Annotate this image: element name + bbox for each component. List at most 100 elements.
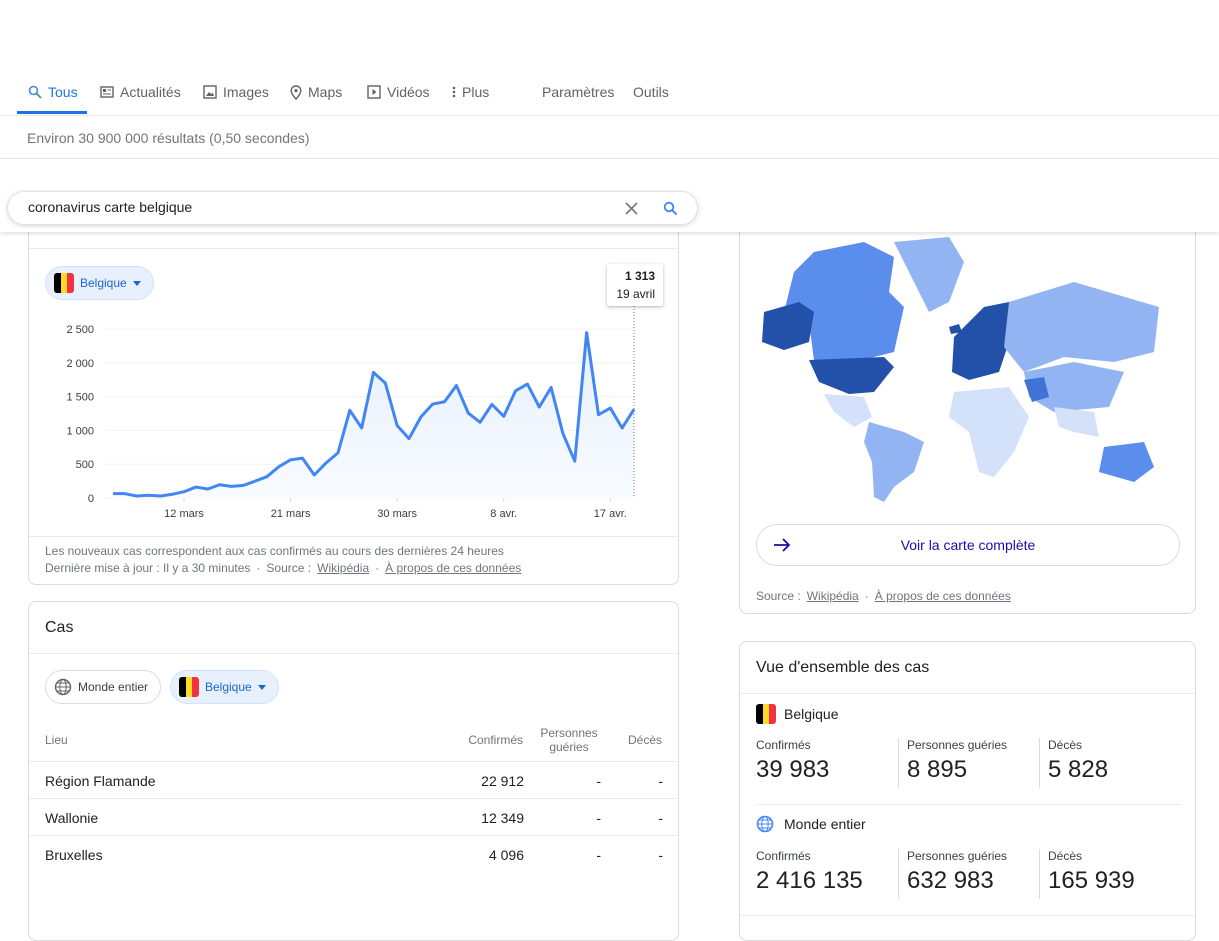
cell-deaths: -: [658, 847, 663, 863]
map-region-russia[interactable]: [1004, 282, 1159, 372]
map-region-central-america[interactable]: [824, 394, 872, 427]
tab-label: Plus: [462, 84, 489, 100]
globe-icon: [756, 815, 774, 833]
x-tick-label: 21 mars: [271, 508, 311, 520]
stat-confirmed: Confirmés39 983: [748, 738, 829, 788]
caret-down-icon: [258, 685, 266, 690]
source-link[interactable]: Wikipédia: [807, 589, 859, 603]
news-icon: [100, 85, 114, 99]
map-region-australia[interactable]: [1099, 442, 1154, 482]
map-region-greenland[interactable]: [894, 237, 964, 312]
x-tick-label: 8 avr.: [490, 508, 517, 520]
map-footer: Source : Wikipédia· À propos de ces donn…: [756, 589, 1011, 603]
cell-place: Wallonie: [45, 810, 98, 826]
tab-more[interactable]: Plus: [452, 84, 489, 100]
play-icon: [367, 85, 381, 99]
world-pill-label: Monde entier: [78, 680, 148, 694]
view-full-map-button[interactable]: Voir la carte complète: [756, 524, 1180, 566]
sticky-search-bar: [0, 158, 1219, 232]
country-pill-label: Belgique: [205, 680, 252, 694]
search-icon: [28, 85, 42, 99]
view-full-map-label: Voir la carte complète: [757, 537, 1179, 553]
tab-label: Tous: [48, 84, 78, 100]
map-region-south-america[interactable]: [864, 422, 924, 502]
cell-recovered: -: [596, 773, 601, 789]
y-tick-label: 2 000: [66, 358, 94, 370]
map-region-alaska[interactable]: [762, 302, 814, 350]
overview-belgium-header: Belgique: [756, 704, 839, 724]
header-place: Lieu: [45, 733, 68, 747]
tab-label: Actualités: [120, 84, 181, 100]
new-cases-chart[interactable]: 05001 0001 5002 0002 50012 mars21 mars30…: [40, 260, 670, 530]
source-label: Source :: [756, 589, 801, 603]
map-region-europe[interactable]: [952, 302, 1009, 380]
x-tick-label: 12 mars: [164, 508, 204, 520]
cell-recovered: -: [596, 847, 601, 863]
settings-link[interactable]: Paramètres: [542, 84, 614, 100]
tab-label: Vidéos: [387, 84, 430, 100]
source-link[interactable]: Wikipédia: [317, 561, 369, 575]
country-pill[interactable]: Belgique: [170, 670, 279, 704]
x-tick-label: 17 avr.: [594, 508, 627, 520]
divider: [756, 804, 1181, 805]
about-data-link[interactable]: À propos de ces données: [385, 561, 521, 575]
tools-link[interactable]: Outils: [633, 84, 669, 100]
stat-deaths: Décès5 828: [1039, 738, 1108, 788]
tab-all[interactable]: Tous: [28, 84, 78, 100]
x-tick-label: 30 mars: [377, 508, 417, 520]
map-pin-icon: [290, 85, 302, 100]
map-region-south-asia[interactable]: [1054, 407, 1099, 437]
y-tick-label: 500: [76, 459, 94, 471]
divider: [29, 248, 678, 249]
header-deaths: Décès: [628, 733, 662, 747]
belgium-flag-icon: [179, 677, 199, 697]
divider: [29, 653, 678, 654]
world-pill[interactable]: Monde entier: [45, 670, 161, 704]
header-recovered: Personnes guéries: [534, 726, 604, 754]
section-name: Monde entier: [784, 816, 866, 832]
active-tab-indicator: [17, 111, 87, 114]
cases-card: Cas Monde entier Belgique Lieu Confirmés…: [28, 601, 679, 941]
overview-card: Vue d'ensemble des cas Belgique Confirmé…: [739, 641, 1196, 941]
map-card: Voir la carte complète Source : Wikipédi…: [739, 200, 1196, 614]
tab-images[interactable]: Images: [203, 84, 269, 100]
source-label: Source :: [266, 561, 311, 575]
table-row: Région Flamande 22 912 - -: [29, 761, 679, 798]
search-submit-icon[interactable]: [663, 201, 678, 216]
y-tick-label: 1 500: [66, 392, 94, 404]
cases-title: Cas: [45, 619, 73, 637]
cell-deaths: -: [658, 810, 663, 826]
clear-icon[interactable]: [625, 202, 638, 215]
search-box: [7, 191, 698, 225]
tab-videos[interactable]: Vidéos: [367, 84, 430, 100]
tab-news[interactable]: Actualités: [100, 84, 181, 100]
cell-confirmed: 22 912: [481, 773, 524, 789]
chart-note: Les nouveaux cas correspondent aux cas c…: [45, 544, 504, 558]
tab-label: Maps: [308, 84, 342, 100]
globe-icon: [54, 678, 72, 696]
map-region-usa[interactable]: [809, 357, 894, 394]
overview-title: Vue d'ensemble des cas: [756, 659, 929, 677]
cell-confirmed: 12 349: [481, 810, 524, 826]
header-confirmed: Confirmés: [468, 733, 523, 747]
world-map[interactable]: [754, 232, 1184, 507]
stat-recovered: Personnes guéries8 895: [898, 738, 1007, 788]
stat-confirmed: Confirmés2 416 135: [748, 849, 863, 899]
last-updated: Dernière mise à jour : Il y a 30 minutes: [45, 561, 250, 575]
divider: [740, 693, 1195, 694]
results-stats: Environ 30 900 000 résultats (0,50 secon…: [27, 130, 310, 146]
tab-maps[interactable]: Maps: [290, 84, 342, 100]
tooltip-value: 1 313: [615, 269, 655, 283]
divider: [740, 915, 1195, 916]
stat-deaths: Décès165 939: [1039, 849, 1135, 899]
stat-recovered: Personnes guéries632 983: [898, 849, 1007, 899]
cell-place: Bruxelles: [45, 847, 103, 863]
table-row: Wallonie 12 349 - -: [29, 798, 679, 835]
search-input[interactable]: [28, 199, 588, 215]
about-data-link[interactable]: À propos de ces données: [875, 589, 1011, 603]
tab-label: Images: [223, 84, 269, 100]
tooltip-date: 19 avril: [615, 287, 655, 301]
y-tick-label: 0: [88, 493, 94, 505]
chart-tooltip: 1 313 19 avril: [607, 264, 663, 306]
map-region-africa[interactable]: [949, 387, 1029, 477]
